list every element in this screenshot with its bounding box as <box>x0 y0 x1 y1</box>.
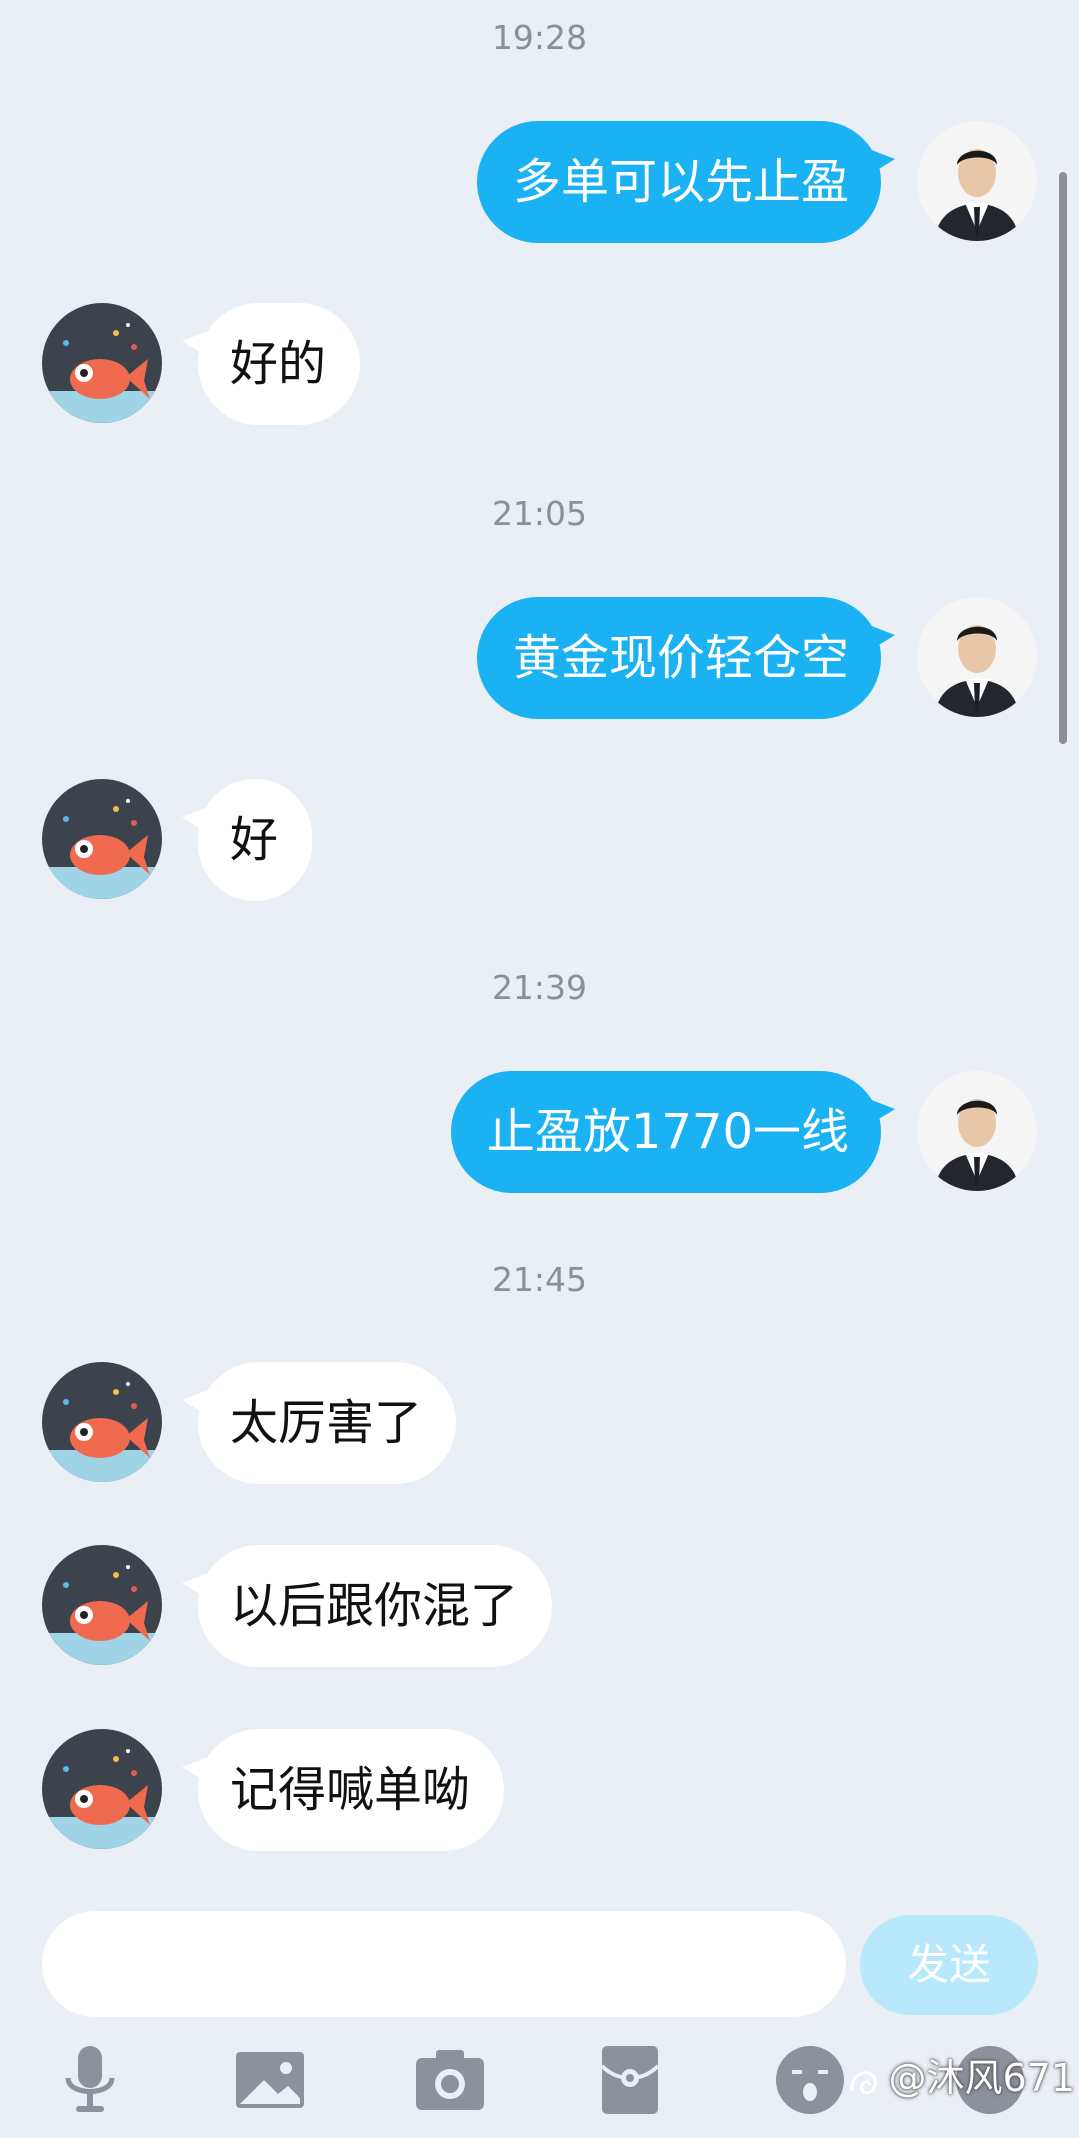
contact-avatar[interactable] <box>42 1362 162 1482</box>
watermark-text: @沐风671 <box>888 2056 1075 2100</box>
timestamp: 21:45 <box>491 1260 588 1299</box>
incoming-message-bubble[interactable]: 记得喊单呦 <box>181 1729 505 1851</box>
incoming-message-bubble[interactable]: 好的 <box>181 303 361 425</box>
timestamp: 21:05 <box>491 494 588 533</box>
message-input[interactable] <box>42 1911 846 2017</box>
timestamp: 21:39 <box>491 968 588 1007</box>
incoming-message-bubble[interactable]: 以后跟你混了 <box>181 1545 553 1667</box>
incoming-message-bubble[interactable]: 好 <box>181 779 313 901</box>
man-in-suit-avatar-image <box>917 597 1037 717</box>
contact-avatar[interactable] <box>42 1545 162 1665</box>
man-in-suit-avatar-image <box>917 121 1037 241</box>
outgoing-message-bubble[interactable]: 黄金现价轻仓空 <box>476 597 896 719</box>
emoji-icon[interactable] <box>770 2040 850 2120</box>
send-button[interactable]: 发送 <box>860 1915 1038 2015</box>
fish-avatar-image <box>42 303 162 423</box>
watermark-logo-icon <box>850 2070 878 2094</box>
fish-avatar-image <box>42 779 162 899</box>
incoming-message-bubble[interactable]: 太厉害了 <box>181 1362 457 1484</box>
my-avatar[interactable] <box>917 121 1037 241</box>
scrollbar[interactable] <box>1059 172 1067 744</box>
fish-avatar-image <box>42 1729 162 1849</box>
contact-avatar[interactable] <box>42 303 162 423</box>
outgoing-message-bubble[interactable]: 多单可以先止盈 <box>476 121 896 243</box>
my-avatar[interactable] <box>917 597 1037 717</box>
fish-avatar-image <box>42 1362 162 1482</box>
my-avatar[interactable] <box>917 1071 1037 1191</box>
timestamp: 19:28 <box>491 18 588 57</box>
microphone-icon[interactable] <box>50 2040 130 2120</box>
outgoing-message-bubble[interactable]: 止盈放1770一线 <box>450 1071 896 1193</box>
fish-avatar-image <box>42 1545 162 1665</box>
message-list[interactable]: 19:28 多单可以先止盈 好的 21:05 黄金现价轻仓空 好 21:39 止… <box>0 0 1079 1895</box>
man-in-suit-avatar-image <box>917 1071 1037 1191</box>
watermark: @沐风671 <box>844 2054 1075 2102</box>
contact-avatar[interactable] <box>42 1729 162 1849</box>
red-packet-icon[interactable] <box>590 2040 670 2120</box>
image-icon[interactable] <box>230 2040 310 2120</box>
camera-icon[interactable] <box>410 2040 490 2120</box>
contact-avatar[interactable] <box>42 779 162 899</box>
